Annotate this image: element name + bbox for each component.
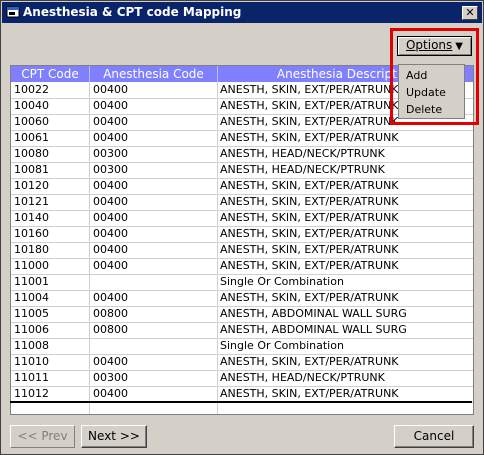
- table-row[interactable]: 10121 00400 ANESTH, SKIN, EXT/PER/ATRUNK: [11, 194, 473, 211]
- cpt-code-cell: 10061: [14, 131, 49, 144]
- table-row[interactable]: 11000 00400 ANESTH, SKIN, EXT/PER/ATRUNK: [11, 258, 473, 275]
- anesthesia-description-cell: ANESTH, ABDOMINAL WALL SURG: [220, 323, 407, 336]
- cpt-code-cell: 10160: [14, 227, 49, 240]
- anesthesia-code-cell: 00400: [93, 83, 128, 96]
- table-row[interactable]: 10120 00400 ANESTH, SKIN, EXT/PER/ATRUNK: [11, 178, 473, 195]
- anesthesia-description-cell: ANESTH, SKIN, EXT/PER/ATRUNK: [220, 195, 399, 208]
- anesthesia-code-cell: 00400: [93, 227, 128, 240]
- table-row[interactable]: 11005 00800 ANESTH, ABDOMINAL WALL SURG: [11, 306, 473, 323]
- table-row[interactable]: 10160 00400 ANESTH, SKIN, EXT/PER/ATRUNK: [11, 226, 473, 243]
- cpt-code-cell: 11010: [14, 355, 49, 368]
- column-header-anesthesia-code[interactable]: Anesthesia Code: [89, 66, 217, 82]
- anesthesia-code-cell: 00300: [93, 163, 128, 176]
- cpt-code-cell: 10022: [14, 83, 49, 96]
- menu-item-add[interactable]: Add: [406, 69, 427, 82]
- close-icon: ✕: [465, 6, 475, 19]
- anesthesia-description-cell: ANESTH, SKIN, EXT/PER/ATRUNK: [220, 387, 399, 400]
- cpt-code-cell: 10121: [14, 195, 49, 208]
- anesthesia-code-cell: 00800: [93, 307, 128, 320]
- table-row[interactable]: 11006 00800 ANESTH, ABDOMINAL WALL SURG: [11, 322, 473, 339]
- anesthesia-description-cell: Single Or Combination: [220, 275, 344, 288]
- anesthesia-description-cell: ANESTH, SKIN, EXT/PER/ATRUNK: [220, 291, 399, 304]
- anesthesia-description-cell: ANESTH, HEAD/NECK/PTRUNK: [220, 371, 385, 384]
- table-row[interactable]: 11004 00400 ANESTH, SKIN, EXT/PER/ATRUNK: [11, 290, 473, 307]
- mapping-dialog: Anesthesia & CPT code Mapping ✕ Options ▼…: [0, 0, 484, 455]
- anesthesia-code-cell: 00400: [93, 115, 128, 128]
- grid-bottom-border: [10, 401, 472, 403]
- cpt-code-cell: 11004: [14, 291, 49, 304]
- cpt-code-cell: 10180: [14, 243, 49, 256]
- anesthesia-code-cell: 00400: [93, 99, 128, 112]
- cpt-code-cell: 11008: [14, 339, 49, 352]
- cpt-code-cell: 10060: [14, 115, 49, 128]
- anesthesia-code-cell: 00400: [93, 195, 128, 208]
- anesthesia-description-cell: ANESTH, SKIN, EXT/PER/ATRUNK: [220, 131, 399, 144]
- cpt-code-cell: 11012: [14, 387, 49, 400]
- anesthesia-code-cell: 00400: [93, 387, 128, 400]
- anesthesia-code-cell: 00400: [93, 291, 128, 304]
- anesthesia-code-cell: 00300: [93, 147, 128, 160]
- table-row[interactable]: 11011 00300 ANESTH, HEAD/NECK/PTRUNK: [11, 370, 473, 387]
- cancel-button[interactable]: Cancel: [394, 425, 474, 448]
- table-row[interactable]: 10061 00400 ANESTH, SKIN, EXT/PER/ATRUNK: [11, 130, 473, 147]
- cpt-code-cell: 10081: [14, 163, 49, 176]
- close-button[interactable]: ✕: [462, 6, 478, 20]
- title-bar: Anesthesia & CPT code Mapping ✕: [2, 2, 482, 23]
- anesthesia-description-cell: ANESTH, SKIN, EXT/PER/ATRUNK: [220, 259, 399, 272]
- window-title: Anesthesia & CPT code Mapping: [23, 5, 242, 19]
- prev-button[interactable]: << Prev: [10, 425, 75, 448]
- anesthesia-description-cell: ANESTH, HEAD/NECK/PTRUNK: [220, 147, 385, 160]
- table-row[interactable]: 11010 00400 ANESTH, SKIN, EXT/PER/ATRUNK: [11, 354, 473, 371]
- cpt-code-cell: 11011: [14, 371, 49, 384]
- cpt-code-cell: 10040: [14, 99, 49, 112]
- anesthesia-code-cell: 00400: [93, 131, 128, 144]
- cpt-code-cell: 11006: [14, 323, 49, 336]
- cpt-code-cell: 11000: [14, 259, 49, 272]
- anesthesia-code-cell: 00400: [93, 259, 128, 272]
- anesthesia-description-cell: ANESTH, SKIN, EXT/PER/ATRUNK: [220, 211, 399, 224]
- table-row[interactable]: 10081 00300 ANESTH, HEAD/NECK/PTRUNK: [11, 162, 473, 179]
- table-row[interactable]: 10140 00400 ANESTH, SKIN, EXT/PER/ATRUNK: [11, 210, 473, 227]
- app-icon: [6, 6, 20, 18]
- table-row[interactable]: 11001 Single Or Combination: [11, 274, 473, 291]
- table-row[interactable]: 11008 Single Or Combination: [11, 338, 473, 355]
- cpt-code-cell: 10080: [14, 147, 49, 160]
- cpt-code-cell: 10140: [14, 211, 49, 224]
- anesthesia-description-cell: Single Or Combination: [220, 339, 344, 352]
- menu-item-update[interactable]: Update: [406, 86, 446, 99]
- table-row[interactable]: 10180 00400 ANESTH, SKIN, EXT/PER/ATRUNK: [11, 242, 473, 259]
- anesthesia-code-cell: 00800: [93, 323, 128, 336]
- anesthesia-description-cell: ANESTH, SKIN, EXT/PER/ATRUNK: [220, 179, 399, 192]
- table-row[interactable]: 10080 00300 ANESTH, HEAD/NECK/PTRUNK: [11, 146, 473, 163]
- anesthesia-description-cell: ANESTH, SKIN, EXT/PER/ATRUNK: [220, 355, 399, 368]
- anesthesia-description-cell: ANESTH, ABDOMINAL WALL SURG: [220, 307, 407, 320]
- anesthesia-description-cell: ANESTH, SKIN, EXT/PER/ATRUNK: [220, 243, 399, 256]
- options-menu: Add Update Delete: [398, 64, 465, 119]
- anesthesia-code-cell: 00400: [93, 211, 128, 224]
- menu-item-delete[interactable]: Delete: [406, 103, 442, 116]
- next-button[interactable]: Next >>: [81, 425, 147, 448]
- anesthesia-code-cell: 00400: [93, 243, 128, 256]
- cpt-code-cell: 10120: [14, 179, 49, 192]
- anesthesia-code-cell: 00300: [93, 371, 128, 384]
- cpt-code-cell: 11001: [14, 275, 49, 288]
- cpt-code-cell: 11005: [14, 307, 49, 320]
- anesthesia-description-cell: ANESTH, SKIN, EXT/PER/ATRUNK: [220, 227, 399, 240]
- anesthesia-code-cell: 00400: [93, 179, 128, 192]
- anesthesia-description-cell: ANESTH, HEAD/NECK/PTRUNK: [220, 163, 385, 176]
- anesthesia-code-cell: 00400: [93, 355, 128, 368]
- column-header-cpt-code[interactable]: CPT Code: [11, 66, 89, 82]
